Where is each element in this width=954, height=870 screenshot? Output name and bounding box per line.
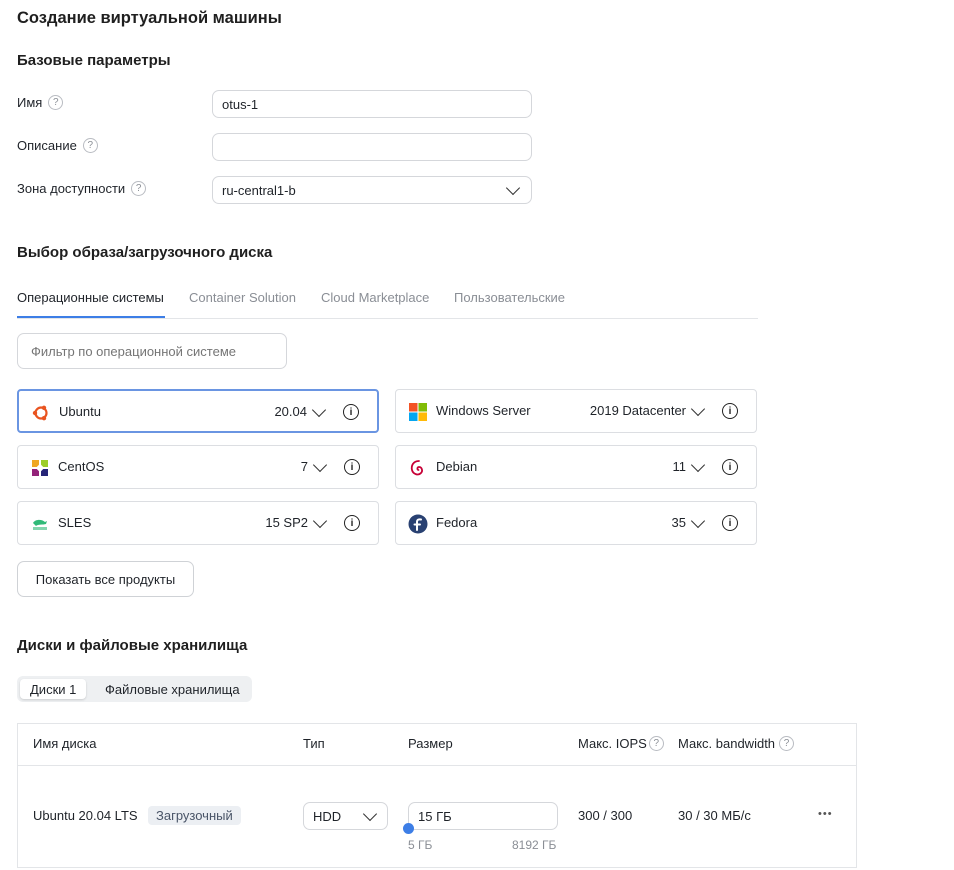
header-divider <box>18 765 856 766</box>
os-card-sles[interactable]: SLES 15 SP2 i <box>17 501 379 545</box>
active-tab-indicator <box>17 316 165 318</box>
windows-logo-icon <box>409 403 427 421</box>
chevron-down-icon[interactable] <box>312 457 328 473</box>
zone-label-text: Зона доступности <box>17 181 126 196</box>
os-name: CentOS <box>58 459 105 474</box>
column-max-iops-text: Макс. IOPS <box>578 736 647 751</box>
fedora-logo-icon <box>408 514 428 534</box>
os-card-ubuntu[interactable]: Ubuntu 20.04 i <box>17 389 379 433</box>
show-all-products-button[interactable]: Показать все продукты <box>17 561 194 597</box>
chevron-down-icon[interactable] <box>690 457 706 473</box>
os-version[interactable]: 20.04 <box>274 404 307 419</box>
description-label: Описание ? <box>17 138 98 153</box>
more-menu-icon[interactable]: ••• <box>818 808 833 820</box>
name-input[interactable]: otus-1 <box>212 90 532 118</box>
chevron-down-icon <box>362 806 378 822</box>
centos-logo-icon <box>32 460 48 476</box>
name-label: Имя ? <box>17 95 64 110</box>
segment-file-storages[interactable]: Файловые хранилища <box>95 679 250 699</box>
disk-iops: 300 / 300 <box>578 808 633 823</box>
disk-type-value: HDD <box>313 808 342 824</box>
os-version[interactable]: 7 <box>301 459 308 474</box>
tab-custom[interactable]: Пользовательские <box>454 290 565 305</box>
help-icon[interactable]: ? <box>82 138 98 153</box>
column-max-iops: Макс. IOPS ? <box>578 736 664 751</box>
os-card-fedora[interactable]: Fedora 35 i <box>395 501 757 545</box>
os-version[interactable]: 15 SP2 <box>265 515 308 530</box>
segment-disks[interactable]: Диски 1 <box>20 679 87 699</box>
disk-size-input[interactable]: 15 ГБ <box>408 802 558 830</box>
help-icon[interactable]: ? <box>131 181 147 196</box>
info-icon[interactable]: i <box>343 404 359 420</box>
image-tabs: Операционные системы Container Solution … <box>17 290 758 319</box>
column-size: Размер <box>408 736 453 751</box>
os-filter-input[interactable] <box>17 333 287 369</box>
disks-segment-control: Диски 1 Файловые хранилища <box>17 676 252 702</box>
zone-select[interactable]: ru-central1-b <box>212 176 532 204</box>
chevron-down-icon[interactable] <box>312 513 328 529</box>
os-version[interactable]: 2019 Datacenter <box>590 403 686 418</box>
os-card-centos[interactable]: CentOS 7 i <box>17 445 379 489</box>
info-icon[interactable]: i <box>344 515 360 531</box>
help-icon[interactable]: ? <box>779 736 795 751</box>
size-min-label: 5 ГБ <box>408 838 433 852</box>
suse-logo-icon <box>33 519 47 530</box>
disks-heading: Диски и файловые хранилища <box>17 637 248 654</box>
chevron-down-icon[interactable] <box>690 513 706 529</box>
description-input[interactable] <box>212 133 532 161</box>
image-selection-heading: Выбор образа/загрузочного диска <box>17 244 273 261</box>
help-icon[interactable]: ? <box>648 736 664 751</box>
info-icon[interactable]: i <box>722 515 738 531</box>
ubuntu-logo-icon <box>32 405 48 421</box>
os-name: SLES <box>58 515 92 530</box>
disk-type-select[interactable]: HDD <box>303 802 388 830</box>
os-name: Fedora <box>436 515 478 530</box>
name-label-text: Имя <box>17 95 43 110</box>
os-name: Windows Server <box>436 403 531 418</box>
disks-table: Имя диска Тип Размер Макс. IOPS ? Макс. … <box>17 723 857 868</box>
os-version[interactable]: 35 <box>672 515 686 530</box>
info-icon[interactable]: i <box>722 459 738 475</box>
zone-label: Зона доступности ? <box>17 181 147 196</box>
column-type: Тип <box>303 736 325 751</box>
basic-params-heading: Базовые параметры <box>17 52 171 69</box>
column-max-bandwidth-text: Макс. bandwidth <box>678 736 776 751</box>
info-icon[interactable]: i <box>344 459 360 475</box>
info-icon[interactable]: i <box>722 403 738 419</box>
disk-name: Ubuntu 20.04 LTS <box>33 808 138 823</box>
boot-disk-badge: Загрузочный <box>148 806 241 825</box>
tab-container-solution[interactable]: Container Solution <box>189 290 296 305</box>
page-title: Создание виртуальной машины <box>17 9 282 27</box>
os-version[interactable]: 11 <box>673 459 687 474</box>
os-name: Ubuntu <box>59 404 101 419</box>
debian-logo-icon <box>410 460 423 476</box>
disk-bandwidth: 30 / 30 МБ/с <box>678 808 751 823</box>
column-max-bandwidth: Макс. bandwidth ? <box>678 736 795 751</box>
size-slider-handle[interactable] <box>403 823 414 834</box>
chevron-down-icon[interactable] <box>311 402 327 418</box>
os-name: Debian <box>436 459 478 474</box>
os-card-windows-server[interactable]: Windows Server 2019 Datacenter i <box>395 389 757 433</box>
zone-select-value: ru-central1-b <box>222 182 296 198</box>
os-card-debian[interactable]: Debian 11 i <box>395 445 757 489</box>
size-max-label: 8192 ГБ <box>512 838 557 852</box>
tab-cloud-marketplace[interactable]: Cloud Marketplace <box>321 290 429 305</box>
column-disk-name: Имя диска <box>33 736 97 751</box>
chevron-down-icon <box>505 180 521 196</box>
tab-operating-systems[interactable]: Операционные системы <box>17 290 164 305</box>
help-icon[interactable]: ? <box>48 95 64 110</box>
description-label-text: Описание <box>17 138 77 153</box>
chevron-down-icon[interactable] <box>690 401 706 417</box>
